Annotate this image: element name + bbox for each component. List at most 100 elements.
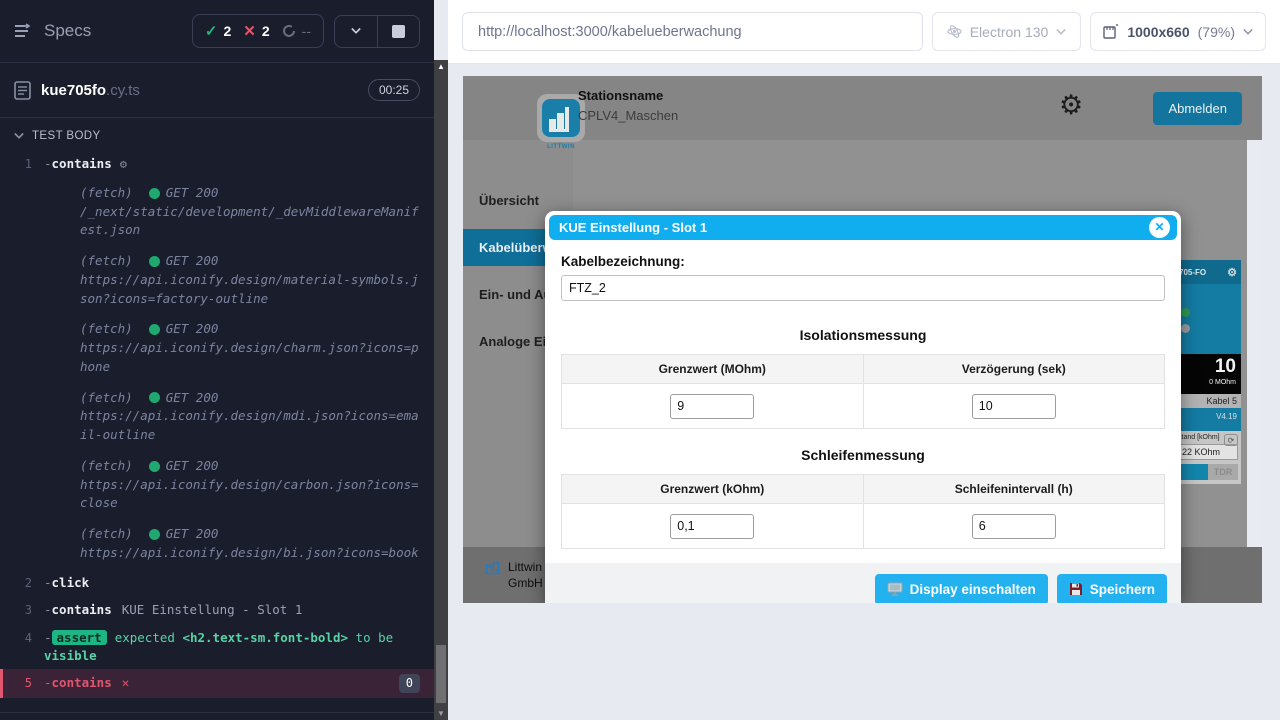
stat-passed: ✓2 <box>205 22 231 40</box>
modal-footer: Display einschalten Speichern <box>545 563 1181 603</box>
station-name: CPLV4_Maschen <box>578 108 678 123</box>
modal-header: KUE Einstellung - Slot 1 ✕ <box>549 215 1177 240</box>
iso-verzoegerung-input[interactable] <box>972 394 1056 419</box>
app-scrollbar[interactable] <box>1247 140 1262 547</box>
factory-icon <box>485 560 501 575</box>
status-dot <box>149 529 160 540</box>
resistance-value: 22 KOhm <box>1178 444 1238 460</box>
gear-icon: ⚙ <box>120 157 127 171</box>
isolation-section-title: Isolationsmessung <box>561 327 1165 343</box>
cable-name-input[interactable] <box>561 275 1165 301</box>
divider <box>0 712 434 713</box>
specs-title: Specs <box>44 21 91 41</box>
match-count-badge: 0 <box>399 674 420 693</box>
save-floppy-icon <box>1069 582 1083 596</box>
command-contains-3[interactable]: 3 -containsKUE Einstellung - Slot 1 <box>0 596 434 624</box>
kue-settings-modal: KUE Einstellung - Slot 1 ✕ Kabelbezeichn… <box>545 211 1181 603</box>
loop-grenzwert-input[interactable] <box>670 514 754 539</box>
stat-failed: ✕2 <box>243 22 269 40</box>
measurement-display: 100 MOhm <box>1175 354 1241 394</box>
fetch-log[interactable]: (fetch)GET 200 https://api.iconify.desig… <box>0 383 434 451</box>
monitor-icon <box>887 582 903 596</box>
column-header: Grenzwert (MOhm) <box>562 355 864 384</box>
chevron-down-icon <box>14 131 24 141</box>
status-dot <box>149 324 160 335</box>
display-on-button[interactable]: Display einschalten <box>875 574 1048 604</box>
chevron-down-icon <box>351 26 361 36</box>
fail-icon: ✕ <box>122 675 130 690</box>
chevron-down-icon <box>1056 27 1066 37</box>
gear-icon[interactable]: ⚙ <box>1227 266 1237 279</box>
cable-name-label: Kabelbezeichnung: <box>561 254 1165 269</box>
aut-toolbar: http://localhost:3000/kabelueberwachung … <box>448 0 1280 64</box>
fetch-log[interactable]: (fetch)GET 200 https://api.iconify.desig… <box>0 314 434 382</box>
column-header: Schleifenintervall (h) <box>863 475 1165 504</box>
command-assert[interactable]: 4 -assertexpected <h2.text-sm.font-bold>… <box>0 624 434 669</box>
test-stats: ✓2 ✕2 -- <box>192 14 324 48</box>
test-body-label: TEST BODY <box>32 130 101 142</box>
spec-name: kue705fo.cy.ts <box>41 82 358 99</box>
reporter-header: Specs ✓2 ✕2 -- <box>0 0 434 62</box>
app-body: Übersicht Kabelüberw Ein- und Au Analoge… <box>463 140 1262 547</box>
aut-panel: http://localhost:3000/kabelueberwachung … <box>448 0 1280 720</box>
status-dot-green <box>1181 308 1190 317</box>
stop-icon <box>392 25 405 38</box>
spec-file-icon <box>14 81 31 100</box>
fetch-log[interactable]: (fetch)GET 200 /_next/static/development… <box>0 178 434 246</box>
specs-menu-icon[interactable] <box>14 23 34 39</box>
url-bar[interactable]: http://localhost:3000/kabelueberwachung <box>462 12 923 51</box>
chevron-down-icon <box>1243 27 1253 37</box>
browser-selector[interactable]: Electron 130 <box>932 12 1082 51</box>
resistance-panel: ⟳ stand [kOhm] 22 KOhm TDR <box>1175 431 1241 484</box>
slot-card-title: 705-FO <box>1179 268 1206 277</box>
viewport-zoom: (79%) <box>1198 24 1235 40</box>
command-contains-1[interactable]: 1 -contains⚙ <box>0 150 434 178</box>
modal-body: Kabelbezeichnung: Isolationsmessung Gren… <box>549 240 1177 549</box>
assert-badge: assert <box>52 630 107 645</box>
kabel-chip: Kabel 5 <box>1175 394 1241 408</box>
scrollbar-thumb[interactable] <box>436 645 446 703</box>
stop-tests-button[interactable] <box>377 16 419 47</box>
logout-button[interactable]: Abmelden <box>1153 92 1242 125</box>
tdr-button[interactable]: TDR <box>1208 464 1238 480</box>
version-label: V4.19 <box>1175 408 1241 431</box>
electron-icon <box>947 24 962 39</box>
card-button-fragment[interactable] <box>1178 464 1208 480</box>
close-icon[interactable]: ✕ <box>1149 217 1170 238</box>
test-body-toggle[interactable]: TEST BODY <box>0 118 434 150</box>
viewport-selector[interactable]: 1000x660 (79%) <box>1090 12 1266 51</box>
isolation-table: Grenzwert (MOhm) Verzögerung (sek) <box>561 354 1165 429</box>
status-dot <box>149 188 160 199</box>
fetch-log[interactable]: (fetch)GET 200 https://api.iconify.desig… <box>0 246 434 314</box>
cross-icon: ✕ <box>243 22 256 40</box>
browser-label: Electron 130 <box>970 24 1049 40</box>
littwin-logo-icon <box>542 99 580 137</box>
column-header: Verzögerung (sek) <box>863 355 1165 384</box>
slot-card-fragment: 705-FO ⚙ 100 MOhm Kabel 5 V4.19 ⟳ stand [… <box>1175 260 1241 484</box>
command-click[interactable]: 2 -click <box>0 569 434 597</box>
station-info: Stationsname CPLV4_Maschen <box>578 88 678 123</box>
stat-pending: -- <box>282 23 311 39</box>
loop-section-title: Schleifenmessung <box>561 447 1165 463</box>
ruler-icon <box>1103 24 1119 39</box>
command-log: 1 -contains⚙ (fetch)GET 200 /_next/stati… <box>0 150 434 713</box>
refresh-icon[interactable]: ⟳ <box>1224 434 1238 446</box>
reporter-scrollbar[interactable]: ▲ ▼ <box>434 60 448 720</box>
status-dot-gray <box>1181 324 1190 333</box>
save-button[interactable]: Speichern <box>1057 574 1167 604</box>
settings-gear-icon[interactable]: ⚙ <box>1059 92 1083 119</box>
fetch-log[interactable]: (fetch)GET 200 https://api.iconify.desig… <box>0 451 434 519</box>
scroll-up-arrow[interactable]: ▲ <box>434 62 448 71</box>
spec-row[interactable]: kue705fo.cy.ts 00:25 <box>0 63 434 117</box>
command-contains-failed[interactable]: 5 -contains✕ 0 <box>0 669 434 698</box>
iso-grenzwert-input[interactable] <box>670 394 754 419</box>
fetch-log[interactable]: (fetch)GET 200 https://api.iconify.desig… <box>0 519 434 569</box>
viewport-size: 1000x660 <box>1127 24 1189 40</box>
loop-table: Grenzwert (kOhm) Schleifenintervall (h) <box>561 474 1165 549</box>
cypress-reporter: Specs ✓2 ✕2 -- kue705fo.cy.ts 00:25 <box>0 0 434 720</box>
application-under-test: LITTWIN Stationsname CPLV4_Maschen ⚙ Abm… <box>463 76 1262 603</box>
column-header: Grenzwert (kOhm) <box>562 475 864 504</box>
scroll-down-arrow[interactable]: ▼ <box>434 709 448 718</box>
collapse-tests-button[interactable] <box>335 16 377 47</box>
loop-intervall-input[interactable] <box>972 514 1056 539</box>
